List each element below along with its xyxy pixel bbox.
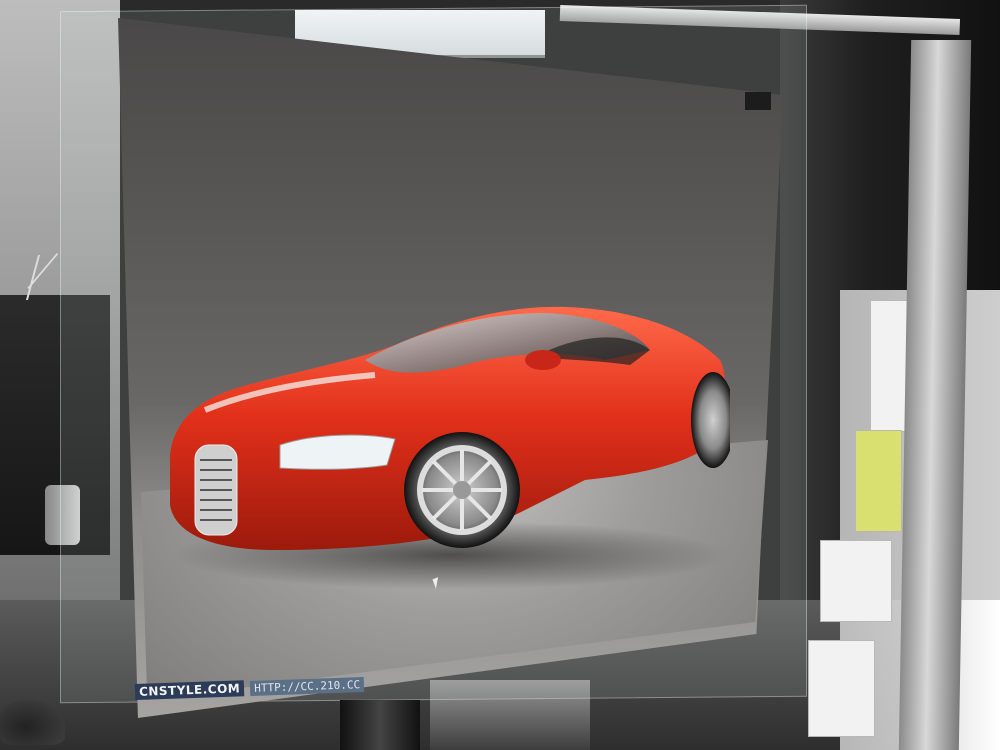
photo-scene: CNSTYLE.COM HTTP://CC.210.CC xyxy=(0,0,1000,750)
headlight xyxy=(279,434,396,470)
metal-post xyxy=(898,40,972,750)
brochure xyxy=(808,640,875,737)
side-mirror xyxy=(525,350,561,370)
screen-stand xyxy=(340,700,420,750)
floor-reflection xyxy=(430,680,590,750)
car-illustration xyxy=(170,306,735,550)
screen-corner-mark xyxy=(745,92,771,110)
brochure xyxy=(820,540,892,622)
brochure xyxy=(855,430,902,532)
red-sports-car xyxy=(165,305,735,560)
